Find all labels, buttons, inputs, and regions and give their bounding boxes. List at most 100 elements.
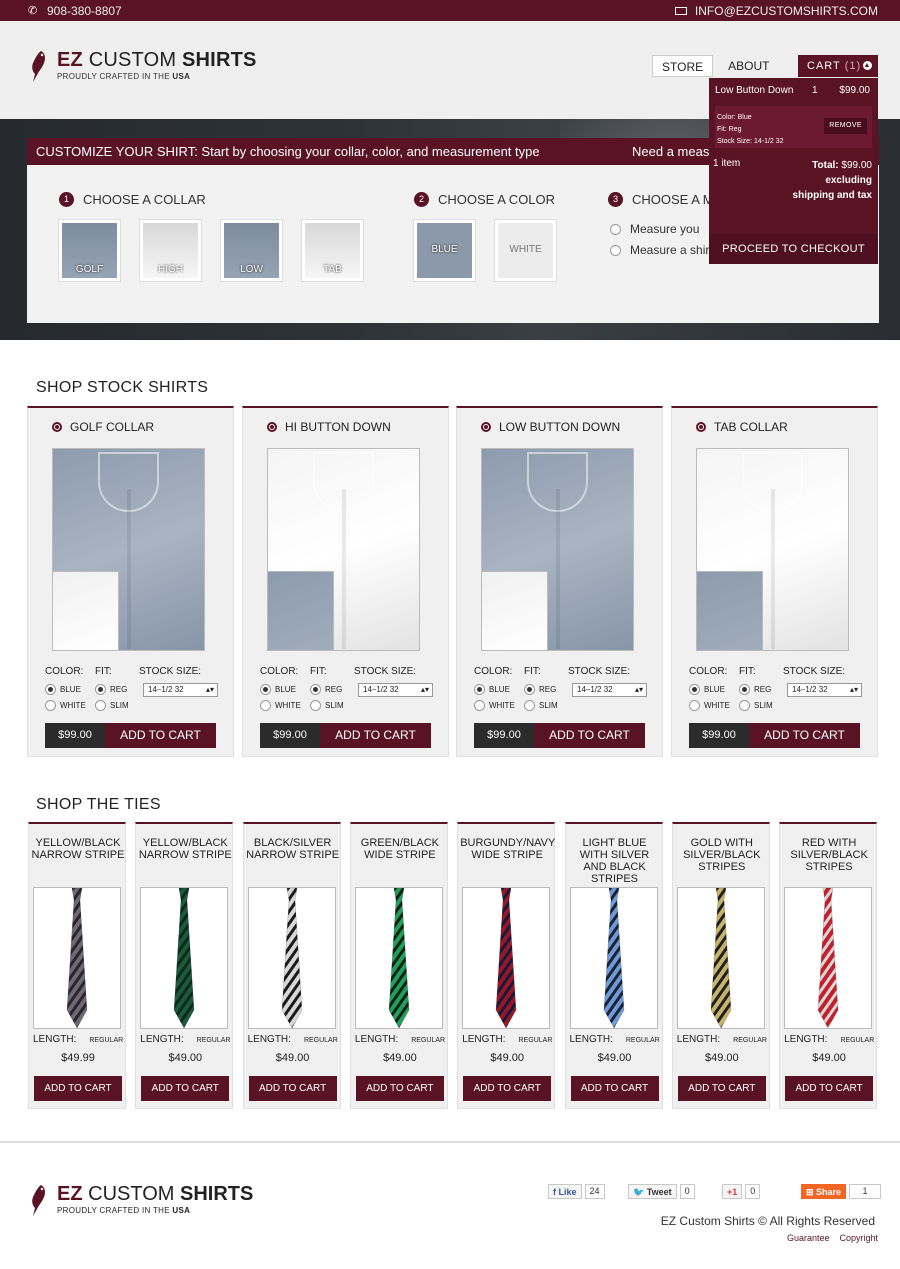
add-to-cart-button[interactable]: ADD TO CART [248,1076,337,1101]
guarantee-link[interactable]: Guarantee [787,1233,830,1243]
fit-slim-option[interactable]: SLIM [524,700,558,711]
collar-tab[interactable]: TAB [301,219,364,282]
color-label: COLOR: [45,666,84,677]
radio-button[interactable] [474,684,485,695]
nav-store[interactable]: STORE [652,55,714,77]
tie-image[interactable] [33,887,121,1029]
fit-slim-option[interactable]: SLIM [739,700,773,711]
shirt-image[interactable] [267,448,420,651]
fit-slim-option[interactable]: SLIM [310,700,344,711]
collar-low[interactable]: LOW [220,219,283,282]
add-to-cart-button[interactable]: ADD TO CART [677,1076,766,1101]
radio-button[interactable] [689,684,700,695]
shirt-image[interactable] [52,448,205,651]
radio-button[interactable] [260,700,271,711]
shirt-alt-image[interactable] [53,571,119,650]
shirt-image[interactable] [696,448,849,651]
nav-about[interactable]: ABOUT [719,55,778,77]
color-blue-option[interactable]: BLUE [45,684,81,695]
radio-button[interactable] [260,684,271,695]
shirt-name[interactable]: HI BUTTON DOWN [267,420,391,434]
color-blue-option[interactable]: BLUE [689,684,725,695]
step-collar: 1 CHOOSE A COLLAR [59,192,206,207]
cart-item-qty: 1 [812,85,818,96]
shirt-image[interactable] [481,448,634,651]
color-white-option[interactable]: WHITE [474,700,515,711]
fit-reg-option[interactable]: REG [739,684,771,695]
add-to-cart-button[interactable]: ADD TO CART [320,723,431,748]
shirt-name[interactable]: GOLF COLLAR [52,420,154,434]
fit-slim-option[interactable]: SLIM [95,700,129,711]
fit-reg-option[interactable]: REG [310,684,342,695]
add-to-cart-button[interactable]: ADD TO CART [749,723,860,748]
color-blue-option[interactable]: BLUE [260,684,296,695]
add-to-cart-button[interactable]: ADD TO CART [105,723,216,748]
radio-button[interactable] [739,684,750,695]
radio-button[interactable] [95,684,106,695]
size-select[interactable]: 14–1/2 32 ▴▾ [143,683,218,697]
copyright-link[interactable]: Copyright [839,1233,878,1243]
fit-reg-option[interactable]: REG [524,684,556,695]
add-to-cart-button[interactable]: ADD TO CART [785,1076,874,1101]
add-to-cart-button[interactable]: ADD TO CART [34,1076,122,1101]
tie-length: LENGTH: REGULAR [33,1034,124,1045]
collar-golf[interactable]: GOLF [58,219,121,282]
add-to-cart-button[interactable]: ADD TO CART [355,1076,444,1101]
color-white[interactable]: WHITE [494,219,557,282]
radio-button[interactable] [739,700,750,711]
color-blue[interactable]: BLUE [413,219,476,282]
checkout-button[interactable]: PROCEED TO CHECKOUT [709,234,878,264]
measure-yourself-option[interactable]: Measure you [610,222,699,236]
radio-button[interactable] [45,700,56,711]
shirt-alt-image[interactable] [268,571,334,650]
tie-image[interactable] [569,887,658,1029]
tie-image[interactable] [784,887,873,1029]
cart-button[interactable]: CART (1) ▲ [798,55,878,77]
radio-button[interactable] [524,700,535,711]
shirt-name[interactable]: TAB COLLAR [696,420,788,434]
tie-image[interactable] [354,887,443,1029]
need-measure-link[interactable]: Need a meas [632,138,709,165]
tie-image[interactable] [140,887,229,1029]
size-select[interactable]: 14–1/2 32 ▴▾ [787,683,862,697]
add-to-cart-button[interactable]: ADD TO CART [534,723,645,748]
color-white-option[interactable]: WHITE [260,700,301,711]
shirt-alt-image[interactable] [697,571,763,650]
shirt-alt-image[interactable] [482,571,548,650]
radio-button[interactable] [45,684,56,695]
fit-reg-option[interactable]: REG [95,684,127,695]
footer-logo[interactable]: EZ CUSTOM SHIRTS PROUDLY CRAFTED IN THE … [27,1183,253,1217]
radio-button[interactable] [524,684,535,695]
measure-shirt-option[interactable]: Measure a shirt [610,243,713,257]
remove-button[interactable]: REMOVE [824,118,867,134]
logo[interactable]: EZ CUSTOM SHIRTS PROUDLY CRAFTED IN THE … [27,49,257,83]
chevron-up-icon[interactable]: ▲ [863,61,872,70]
tie-image[interactable] [247,887,336,1029]
facebook-like[interactable]: f Like 24 [548,1184,605,1199]
shirt-name[interactable]: LOW BUTTON DOWN [481,420,620,434]
phone-contact[interactable]: ✆ 908-380-8807 [28,4,122,18]
radio-button[interactable] [310,684,321,695]
radio-button[interactable] [610,223,621,235]
size-select[interactable]: 14–1/2 32 ▴▾ [572,683,647,697]
color-white-option[interactable]: WHITE [45,700,86,711]
email-contact[interactable]: INFO@EZCUSTOMSHIRTS.COM [674,4,878,18]
radio-button[interactable] [610,244,621,256]
add-to-cart-button[interactable]: ADD TO CART [570,1076,659,1101]
share-button[interactable]: ⊞ Share 1 [801,1184,882,1199]
radio-button[interactable] [689,700,700,711]
google-plus-button[interactable]: +1 0 [722,1184,761,1199]
size-select[interactable]: 14–1/2 32 ▴▾ [358,683,433,697]
tie-image[interactable] [462,887,551,1029]
tweet-button[interactable]: 🐦 Tweet 0 [628,1184,695,1199]
tie-card: YELLOW/BLACK NARROW STRIPE LENGTH: REGULA… [28,822,126,1109]
radio-button[interactable] [474,700,485,711]
radio-button[interactable] [95,700,106,711]
collar-high[interactable]: HIGH [139,219,202,282]
tie-image[interactable] [676,887,765,1029]
add-to-cart-button[interactable]: ADD TO CART [463,1076,552,1101]
color-white-option[interactable]: WHITE [689,700,730,711]
add-to-cart-button[interactable]: ADD TO CART [141,1076,230,1101]
radio-button[interactable] [310,700,321,711]
color-blue-option[interactable]: BLUE [474,684,510,695]
